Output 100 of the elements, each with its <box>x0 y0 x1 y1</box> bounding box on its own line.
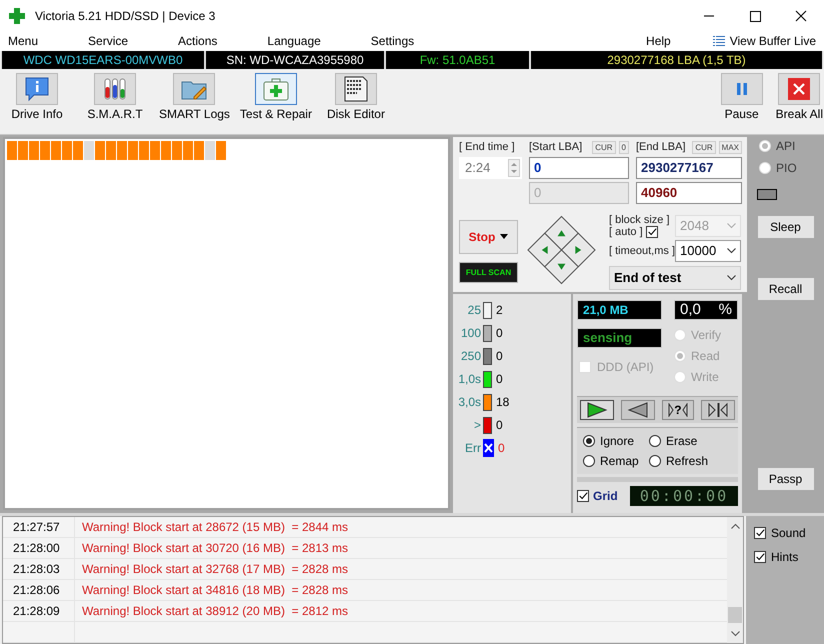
start-lba-field[interactable]: 0 <box>529 156 629 179</box>
pause-icon <box>736 82 748 96</box>
window-title: Victoria 5.21 HDD/SSD | Device 3 <box>35 8 216 23</box>
scroll-thumb[interactable] <box>728 607 742 623</box>
legend-label: Err <box>464 441 481 456</box>
chevron-down-icon <box>727 274 736 281</box>
panel-button[interactable]: Recall <box>758 278 814 300</box>
caret-icon <box>500 234 508 240</box>
legend-label: 25 <box>466 303 481 318</box>
plus-icon <box>9 8 25 24</box>
legend-count: 18 <box>496 395 510 410</box>
legend-count: 2 <box>496 303 503 318</box>
timer-display: 00:00:00 <box>630 486 738 506</box>
log-time: 21:28:09 <box>3 601 75 621</box>
chevron-down-icon <box>727 222 736 229</box>
checkmark-icon <box>755 551 765 563</box>
view-buffer-button[interactable]: View Buffer Live <box>712 34 824 48</box>
legend-label: 3,0s <box>457 395 481 410</box>
zero-button[interactable]: 0 <box>618 140 629 154</box>
legend-count: 0 <box>498 441 505 456</box>
legend-label: 250 <box>460 349 481 364</box>
cur-button[interactable]: CUR <box>692 140 716 154</box>
menu-item[interactable]: Language <box>267 34 321 48</box>
action-radio[interactable]: Ignore <box>583 434 649 448</box>
legend-label: 1,0s <box>457 372 481 386</box>
close-icon <box>788 78 810 100</box>
menu-item[interactable]: Menu <box>8 34 38 48</box>
left-arrow-button[interactable] <box>527 232 562 268</box>
full-scan-button[interactable]: FULL SCAN <box>459 262 518 283</box>
legend-count: 0 <box>496 418 503 432</box>
info-icon <box>23 74 51 103</box>
action-radio[interactable]: Remap <box>583 454 649 468</box>
checkmark-icon <box>578 490 588 502</box>
end-action-dropdown[interactable]: End of test <box>609 266 741 290</box>
timeout-dropdown[interactable]: 10000 <box>675 240 741 262</box>
random-button[interactable]: ? <box>662 400 694 420</box>
log-time: 21:27:57 <box>3 517 75 537</box>
legend-label: 100 <box>460 326 481 340</box>
triangle-right-icon <box>668 402 674 417</box>
toolbar-button[interactable]: Drive Info <box>3 72 71 121</box>
size-display: 21,0 MB <box>577 300 662 320</box>
scrollbar[interactable] <box>727 517 743 643</box>
menu-item[interactable]: Help <box>646 34 671 48</box>
right-arrow-button[interactable] <box>560 232 596 268</box>
grid-checkbox[interactable]: Grid <box>577 488 618 503</box>
menu-item[interactable]: Settings <box>370 34 414 48</box>
menu-item[interactable]: Actions <box>178 34 218 48</box>
reverse-button[interactable] <box>621 400 656 420</box>
legend-count: 0 <box>496 349 503 364</box>
end-lba-field[interactable]: 2930277167 <box>636 156 742 179</box>
chevron-up-icon <box>730 523 740 529</box>
binary-document-icon <box>342 74 370 103</box>
log-time: 21:28:03 <box>3 559 75 579</box>
toolbar-button[interactable]: Disk Editor <box>322 72 390 121</box>
max-button[interactable]: MAX <box>718 140 742 154</box>
drive-info-text: WDC WD15EARS-00MVWB0 <box>1 51 205 69</box>
option-checkbox[interactable]: Hints <box>754 550 824 564</box>
end-time-label: [ End time ] <box>459 141 516 154</box>
action-radio[interactable]: Refresh <box>649 454 729 468</box>
panel-button[interactable]: Passp <box>758 468 814 490</box>
chevron-down-icon <box>730 631 740 637</box>
checkmark-icon <box>646 226 657 238</box>
toolbar-button[interactable]: Test & Repair <box>240 72 312 121</box>
play-button[interactable] <box>580 400 614 420</box>
status-display: sensing <box>577 328 662 348</box>
butterfly-button[interactable] <box>700 400 735 420</box>
log-message: Warning! Block start at 38912 (20 MB) = 2812 ms <box>81 604 348 618</box>
spin-arrows-icon <box>508 158 520 177</box>
drive-info-text: 2930277168 LBA (1,5 TB) <box>530 51 823 69</box>
legend-count: 0 <box>496 372 503 386</box>
end-time-spinner[interactable]: 2:24 <box>459 156 522 179</box>
stop-button[interactable]: Stop <box>459 220 518 254</box>
log-time: 21:28:06 <box>3 580 75 600</box>
timeout-label: [ timeout,ms ] <box>609 244 676 257</box>
cur-button[interactable]: CUR <box>592 140 616 154</box>
drive-info-text: SN: WD-WCAZA3955980 <box>205 51 385 69</box>
log-message: Warning! Block start at 30720 (16 MB) = 2813 ms <box>81 541 348 555</box>
log-message: Warning! Block start at 34816 (18 MB) = 2828 ms <box>81 583 348 597</box>
menu-item[interactable]: Service <box>88 34 128 48</box>
panel-button[interactable]: Sleep <box>758 216 814 238</box>
legend-count: 0 <box>496 326 503 340</box>
down-arrow-button[interactable] <box>544 249 579 284</box>
auto-checkbox[interactable] <box>646 226 658 238</box>
option-checkbox[interactable]: Sound <box>754 526 824 540</box>
toolbar-button[interactable]: SMART Logs <box>159 72 230 121</box>
percent-display: 0,0 % <box>674 300 738 320</box>
block-count-field[interactable]: 40960 <box>636 182 742 204</box>
status-indicator <box>757 188 777 200</box>
block-size-label: [ block size ] <box>609 214 670 226</box>
log-time: 21:28:00 <box>3 538 75 558</box>
log-message: Warning! Block start at 32768 (17 MB) = 2828 ms <box>81 562 348 576</box>
start-lba-label: [Start LBA] <box>529 141 582 154</box>
checkmark-icon <box>755 527 765 539</box>
chevron-down-icon <box>727 248 736 254</box>
action-radio[interactable]: Erase <box>649 434 729 448</box>
auto-label: [ auto ] <box>609 226 643 238</box>
end-lba-label: [End LBA] <box>636 141 686 154</box>
log-message: Warning! Block start at 28672 (15 MB) = 2844 ms <box>81 520 348 534</box>
toolbar-button[interactable]: S.M.A.R.T <box>81 72 149 121</box>
position-field: 0 <box>529 182 629 204</box>
